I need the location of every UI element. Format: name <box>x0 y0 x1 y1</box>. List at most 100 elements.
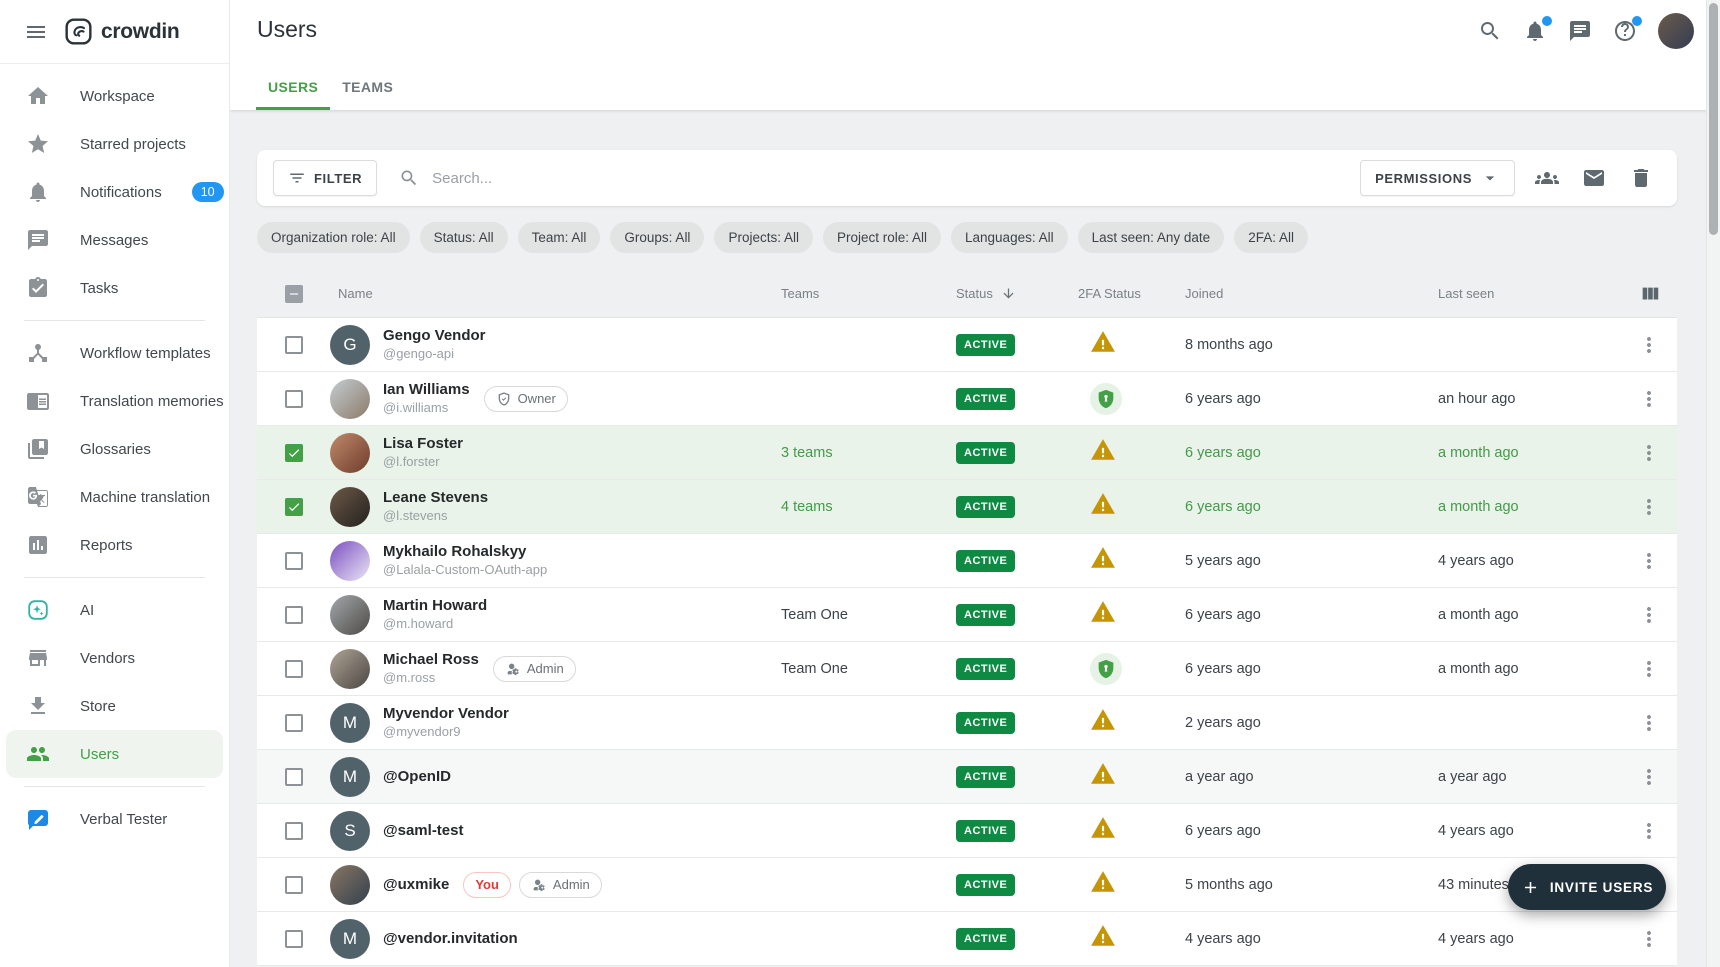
table-row[interactable]: Martin Howard@m.howardTeam OneACTIVE6 ye… <box>257 588 1677 642</box>
row-menu-icon[interactable] <box>1637 441 1661 465</box>
row-checkbox[interactable] <box>285 606 303 624</box>
row-checkbox[interactable] <box>285 768 303 786</box>
avatar[interactable] <box>330 433 370 473</box>
teams-cell[interactable]: 4 teams <box>781 499 956 515</box>
sidebar-item-ai[interactable]: AI <box>0 586 229 634</box>
avatar[interactable]: M <box>330 757 370 797</box>
page-scrollbar[interactable] <box>1706 0 1720 967</box>
user-display-name[interactable]: @OpenID <box>383 767 451 787</box>
row-menu-icon[interactable] <box>1637 657 1661 681</box>
filter-chip[interactable]: Projects: All <box>714 222 813 253</box>
select-all-checkbox[interactable] <box>285 285 303 303</box>
table-row[interactable]: MMyvendor Vendor@myvendor9ACTIVE2 years … <box>257 696 1677 750</box>
user-display-name[interactable]: @vendor.invitation <box>383 929 518 949</box>
user-display-name[interactable]: Myvendor Vendor <box>383 704 509 724</box>
row-menu-icon[interactable] <box>1637 495 1661 519</box>
add-group-icon[interactable] <box>1535 166 1559 190</box>
sidebar-item-glossaries[interactable]: Glossaries <box>0 425 229 473</box>
row-checkbox[interactable] <box>285 498 303 516</box>
sidebar-item-machine-translation[interactable]: Machine translation <box>0 473 229 521</box>
table-row[interactable]: GGengo Vendor@gengo-apiACTIVE8 months ag… <box>257 318 1677 372</box>
teams-cell[interactable]: Team One <box>781 661 956 677</box>
table-row[interactable]: Michael Ross@m.rossAdminTeam OneACTIVE6 … <box>257 642 1677 696</box>
row-menu-icon[interactable] <box>1637 819 1661 843</box>
filter-chip[interactable]: Languages: All <box>951 222 1068 253</box>
table-row[interactable]: Ian Williams@i.williamsOwnerACTIVE6 year… <box>257 372 1677 426</box>
avatar[interactable] <box>330 595 370 635</box>
row-checkbox[interactable] <box>285 714 303 732</box>
row-checkbox[interactable] <box>285 336 303 354</box>
crowdin-logo[interactable]: crowdin <box>64 17 179 46</box>
teams-cell[interactable]: 3 teams <box>781 445 956 461</box>
table-row[interactable]: Leane Stevens@l.stevens4 teamsACTIVE6 ye… <box>257 480 1677 534</box>
table-row[interactable]: Lisa Foster@l.forster3 teamsACTIVE6 year… <box>257 426 1677 480</box>
sidebar-item-starred-projects[interactable]: Starred projects <box>0 120 229 168</box>
avatar[interactable] <box>330 541 370 581</box>
filter-chip[interactable]: Team: All <box>518 222 601 253</box>
avatar[interactable] <box>330 649 370 689</box>
row-checkbox[interactable] <box>285 390 303 408</box>
menu-icon[interactable] <box>24 20 48 44</box>
avatar[interactable]: M <box>330 919 370 959</box>
user-display-name[interactable]: Ian Williams <box>383 380 470 400</box>
row-checkbox[interactable] <box>285 822 303 840</box>
user-avatar[interactable] <box>1658 13 1694 49</box>
scrollbar-thumb[interactable] <box>1709 3 1718 235</box>
filter-chip[interactable]: Last seen: Any date <box>1078 222 1225 253</box>
avatar[interactable]: M <box>330 703 370 743</box>
table-row[interactable]: M@vendor.invitationACTIVE4 years ago4 ye… <box>257 912 1677 966</box>
permissions-button[interactable]: PERMISSIONS <box>1360 160 1515 196</box>
row-menu-icon[interactable] <box>1637 927 1661 951</box>
sidebar-item-users[interactable]: Users <box>6 730 223 778</box>
sidebar-item-store[interactable]: Store <box>0 682 229 730</box>
avatar[interactable]: G <box>330 325 370 365</box>
notifications-button[interactable] <box>1523 19 1547 43</box>
filter-chip[interactable]: Organization role: All <box>257 222 410 253</box>
column-header-2fa[interactable]: 2FA Status <box>1078 286 1185 301</box>
row-checkbox[interactable] <box>285 444 303 462</box>
user-display-name[interactable]: @uxmike <box>383 875 449 895</box>
filter-chip[interactable]: 2FA: All <box>1234 222 1308 253</box>
columns-settings-icon[interactable] <box>1639 283 1661 305</box>
filter-chip[interactable]: Status: All <box>420 222 508 253</box>
table-row[interactable]: M@OpenIDACTIVEa year agoa year ago <box>257 750 1677 804</box>
invite-users-button[interactable]: INVITE USERS <box>1508 864 1666 910</box>
delete-icon[interactable] <box>1629 166 1653 190</box>
row-menu-icon[interactable] <box>1637 333 1661 357</box>
user-display-name[interactable]: Leane Stevens <box>383 488 488 508</box>
row-menu-icon[interactable] <box>1637 765 1661 789</box>
avatar[interactable] <box>330 379 370 419</box>
sidebar-item-translation-memories[interactable]: Translation memories <box>0 377 229 425</box>
avatar[interactable]: S <box>330 811 370 851</box>
user-display-name[interactable]: Lisa Foster <box>383 434 463 454</box>
column-header-name[interactable]: Name <box>330 286 781 301</box>
column-header-teams[interactable]: Teams <box>781 286 956 301</box>
filter-chip[interactable]: Groups: All <box>610 222 704 253</box>
search-icon[interactable] <box>1478 19 1502 43</box>
tab-teams[interactable]: TEAMS <box>330 64 405 110</box>
sidebar-item-verbal-tester[interactable]: Verbal Tester <box>0 795 229 843</box>
column-header-last-seen[interactable]: Last seen <box>1438 286 1620 301</box>
avatar[interactable] <box>330 865 370 905</box>
help-button[interactable] <box>1613 19 1637 43</box>
row-menu-icon[interactable] <box>1637 711 1661 735</box>
filter-button[interactable]: FILTER <box>273 160 377 196</box>
column-header-status[interactable]: Status <box>956 286 1078 301</box>
user-display-name[interactable]: Michael Ross <box>383 650 479 670</box>
email-icon[interactable] <box>1582 166 1606 190</box>
search-input[interactable] <box>432 170 852 187</box>
sidebar-item-notifications[interactable]: Notifications10 <box>0 168 229 216</box>
row-checkbox[interactable] <box>285 876 303 894</box>
sidebar-item-workspace[interactable]: Workspace <box>0 72 229 120</box>
filter-chip[interactable]: Project role: All <box>823 222 941 253</box>
column-header-joined[interactable]: Joined <box>1185 286 1438 301</box>
table-row[interactable]: @uxmikeYouAdminACTIVE5 months ago43 minu… <box>257 858 1677 912</box>
row-menu-icon[interactable] <box>1637 387 1661 411</box>
user-display-name[interactable]: Martin Howard <box>383 596 487 616</box>
row-menu-icon[interactable] <box>1637 549 1661 573</box>
sidebar-item-tasks[interactable]: Tasks <box>0 264 229 312</box>
messages-icon[interactable] <box>1568 19 1592 43</box>
row-checkbox[interactable] <box>285 660 303 678</box>
tab-users[interactable]: USERS <box>256 64 330 110</box>
sidebar-item-vendors[interactable]: Vendors <box>0 634 229 682</box>
